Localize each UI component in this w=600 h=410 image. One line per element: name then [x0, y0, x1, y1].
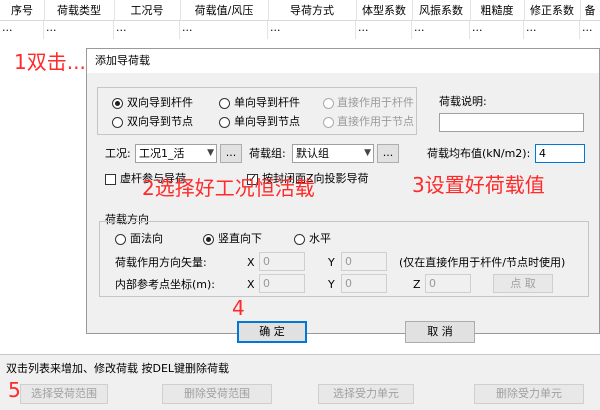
- ref-point-label: 内部参考点坐标(m):: [115, 278, 216, 291]
- distribution-mode-group: 双向导到杆件 单向导到杆件 直接作用于杆件 双向导到节点 单向导到节点 直接作用…: [97, 87, 417, 135]
- table-cell: ...: [180, 21, 268, 39]
- vector-y-label: Y: [328, 256, 335, 269]
- col-header-load-type[interactable]: 荷载类型: [44, 0, 115, 21]
- ref-z-input[interactable]: 0: [425, 274, 471, 293]
- radio-unidirectional-member[interactable]: [219, 98, 230, 109]
- radio-label: 双向导到杆件: [127, 96, 193, 109]
- chevron-down-icon: ▼: [207, 148, 214, 158]
- col-header-distribution[interactable]: 导荷方式: [268, 0, 357, 21]
- case-more-button[interactable]: ...: [220, 144, 242, 163]
- annotation-step-5: 5: [8, 378, 21, 402]
- annotation-step-1: 1双击...: [14, 50, 86, 74]
- ref-y-input[interactable]: 0: [341, 274, 387, 293]
- select-load-range-button[interactable]: 选择受荷范围: [20, 384, 108, 404]
- case-value: 工况1_活: [139, 147, 185, 160]
- table-cell: ...: [268, 21, 356, 39]
- annotation-step-2: 2选择好工况恒活载: [142, 176, 315, 200]
- radio-label: 竖直向下: [218, 232, 262, 245]
- load-group-value: 默认组: [296, 147, 329, 160]
- load-table-header: 序号 荷载类型 工况号 荷载值/风压 导荷方式 体型系数 风振系数 粗糙度 修正…: [0, 0, 600, 21]
- pick-button[interactable]: 点 取: [493, 274, 553, 293]
- case-label: 工况:: [105, 147, 131, 160]
- vector-note: (仅在直接作用于杆件/节点时使用): [399, 256, 566, 269]
- delete-load-range-button[interactable]: 删除受荷范围: [162, 384, 272, 404]
- cancel-button[interactable]: 取 消: [405, 321, 475, 343]
- col-header-wind-coef[interactable]: 风振系数: [412, 0, 471, 21]
- table-cell: ...: [412, 21, 470, 39]
- radio-face-normal[interactable]: [115, 234, 126, 245]
- load-group-label: 荷载组:: [249, 147, 286, 160]
- table-cell: ...: [44, 21, 114, 39]
- delete-force-element-button[interactable]: 删除受力单元: [474, 384, 584, 404]
- vector-label: 荷载作用方向矢量:: [115, 256, 207, 269]
- radio-direct-node: [323, 117, 334, 128]
- load-group-more-button[interactable]: ...: [377, 144, 399, 163]
- col-header-case[interactable]: 工况号: [114, 0, 181, 21]
- radio-label: 单向导到节点: [234, 115, 300, 128]
- vector-x-input[interactable]: 0: [259, 252, 305, 271]
- col-header-load-value[interactable]: 荷载值/风压: [180, 0, 269, 21]
- radio-bidirectional-member[interactable]: [112, 98, 123, 109]
- load-desc-input[interactable]: [439, 113, 584, 132]
- table-cell: ...: [114, 21, 180, 39]
- table-cell: ...: [0, 21, 44, 39]
- status-hint: 双击列表来增加、修改荷载 按DEL键删除荷载: [6, 362, 230, 375]
- load-value-input[interactable]: 4: [535, 144, 585, 163]
- table-cell: ...: [470, 21, 524, 39]
- radio-label: 直接作用于杆件: [337, 96, 414, 109]
- annotation-step-3: 3设置好荷载值: [412, 173, 545, 197]
- radio-label: 双向导到节点: [127, 115, 193, 128]
- radio-direct-member: [323, 98, 334, 109]
- radio-label: 水平: [309, 232, 331, 245]
- table-cell: ...: [582, 21, 593, 34]
- table-row[interactable]: ... ... ... ... ... ... ... ... ... ...: [0, 21, 600, 39]
- ok-button[interactable]: 确 定: [237, 321, 307, 343]
- virtual-member-checkbox[interactable]: [105, 174, 116, 185]
- col-header-correction[interactable]: 修正系数: [524, 0, 581, 21]
- load-value-label: 荷载均布值(kN/m2):: [427, 147, 531, 160]
- radio-label: 单向导到杆件: [234, 96, 300, 109]
- radio-horizontal[interactable]: [294, 234, 305, 245]
- table-cell: ...: [356, 21, 412, 39]
- vector-y-input[interactable]: 0: [341, 252, 387, 271]
- col-header-shape-coef[interactable]: 体型系数: [356, 0, 413, 21]
- load-group-select[interactable]: 默认组 ▼: [292, 144, 374, 163]
- table-cell: ...: [524, 21, 580, 39]
- radio-unidirectional-node[interactable]: [219, 117, 230, 128]
- ref-z-label: Z: [413, 278, 421, 291]
- col-header-index[interactable]: 序号: [0, 0, 45, 21]
- radio-bidirectional-node[interactable]: [112, 117, 123, 128]
- dialog-title: 添加导荷载: [87, 49, 599, 73]
- annotation-step-4: 4: [232, 296, 245, 320]
- load-desc-label: 荷载说明:: [439, 95, 487, 108]
- radio-vertical-down[interactable]: [203, 234, 214, 245]
- ref-y-label: Y: [328, 278, 335, 291]
- select-force-element-button[interactable]: 选择受力单元: [318, 384, 414, 404]
- vector-x-label: X: [247, 256, 255, 269]
- chevron-down-icon: ▼: [364, 148, 371, 158]
- radio-label: 直接作用于节点: [337, 115, 414, 128]
- ref-x-input[interactable]: 0: [259, 274, 305, 293]
- case-select[interactable]: 工况1_活 ▼: [135, 144, 217, 163]
- radio-label: 面法向: [130, 232, 163, 245]
- ref-x-label: X: [247, 278, 255, 291]
- col-header-roughness[interactable]: 粗糙度: [470, 0, 525, 21]
- col-header-note[interactable]: 备: [580, 0, 600, 21]
